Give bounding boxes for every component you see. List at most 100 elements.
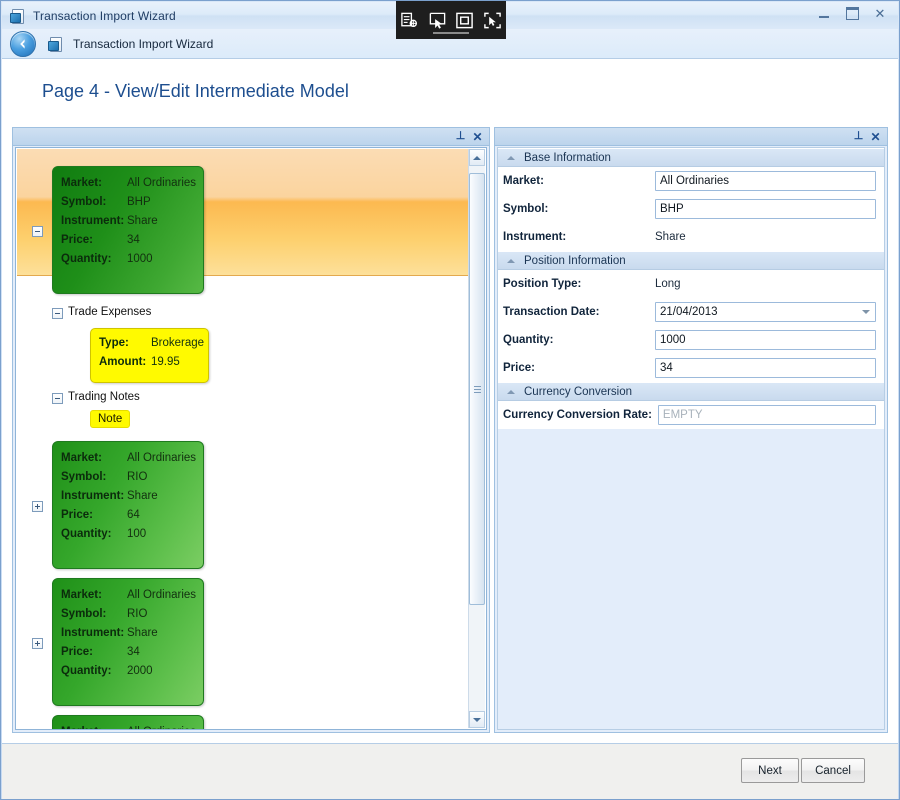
breadcrumb-document-icon	[48, 36, 64, 52]
pin-icon[interactable]: ⊥	[851, 129, 866, 144]
section-fields-currency-conversion: Currency Conversion Rate: EMPTY	[498, 401, 884, 429]
window-controls: ✕	[810, 4, 894, 23]
node-field-value: RIO	[127, 471, 148, 483]
field-value-instrument: Share	[655, 231, 686, 243]
node-field-key: Instrument:	[61, 627, 125, 639]
breadcrumb[interactable]: Transaction Import Wizard	[73, 37, 213, 51]
field-input-currency-conversion-rate[interactable]: EMPTY	[657, 405, 876, 425]
node-field-value: 34	[127, 234, 140, 246]
node-field-key: Price:	[61, 646, 93, 658]
field-row-position-type: Position Type: Long	[498, 270, 884, 298]
field-row-currency-conversion-rate: Currency Conversion Rate: EMPTY	[498, 401, 884, 429]
node-field-row: Amount: 19.95	[99, 353, 200, 372]
tree-group-label[interactable]: Trade Expenses	[68, 306, 151, 318]
node-field-key: Market:	[61, 723, 127, 729]
pin-icon[interactable]: ⊥	[453, 129, 468, 144]
node-field-key: Instrument:	[61, 215, 125, 227]
back-button[interactable]	[10, 30, 36, 57]
node-field-value: All Ordinaries	[127, 177, 197, 189]
field-label-position-type: Position Type:	[503, 278, 582, 290]
close-button[interactable]: ✕	[866, 4, 894, 23]
tree-node-card[interactable]: Market:All OrdinariesSymbol:RIO	[52, 715, 204, 729]
chevron-up-icon	[507, 389, 515, 394]
section-header-position-information[interactable]: Position Information	[498, 251, 884, 270]
node-field-value: 19.95	[151, 356, 180, 368]
tree-node-card[interactable]: Market: All Ordinaries Symbol: RIO Instrumen…	[52, 441, 204, 569]
capture-region-icon[interactable]	[398, 8, 422, 32]
wizard-window: Transaction Import Wizard ✕ Transaction …	[0, 0, 900, 800]
node-field-value: 2000	[127, 665, 153, 677]
field-label-symbol: Symbol:	[503, 203, 549, 215]
scroll-up-arrow-icon[interactable]	[469, 149, 485, 166]
tree-group-label[interactable]: Trading Notes	[68, 391, 140, 403]
field-row-market: Market: All Ordinaries	[498, 167, 884, 195]
node-field-key: Quantity:	[61, 253, 112, 265]
tree-node-card[interactable]: Market: All Ordinaries Symbol: RIO Instrumen…	[52, 578, 204, 706]
node-field-row: Symbol: BHP	[61, 193, 195, 212]
node-field-key: Market:	[61, 589, 102, 601]
capture-pointer-icon[interactable]	[425, 8, 449, 32]
properties-body: Base Information Market: All Ordinaries Sym…	[497, 147, 885, 730]
tree-node-card[interactable]: Market: All Ordinaries Symbol: BHP Instrumen…	[52, 166, 204, 294]
next-button[interactable]: Next	[741, 758, 799, 783]
field-input-symbol[interactable]: BHP	[655, 199, 876, 219]
node-field-key: Price:	[61, 234, 93, 246]
node-field-value: BHP	[127, 196, 151, 208]
cancel-button[interactable]: Cancel	[801, 758, 865, 783]
node-field-value: All Ordinaries	[127, 589, 197, 601]
field-label-market: Market:	[503, 175, 544, 187]
left-panel-header: ⊥ ✕	[13, 128, 489, 146]
tree-canvas: Market: All Ordinaries Symbol: BHP Instrumen…	[16, 148, 469, 729]
field-input-market[interactable]: All Ordinaries	[655, 171, 876, 191]
node-field-value: Share	[127, 490, 158, 502]
minimize-button[interactable]	[810, 4, 838, 23]
expand-icon[interactable]	[32, 501, 43, 512]
node-field-row: Market: All Ordinaries	[61, 586, 197, 605]
capture-fullscreen-icon[interactable]	[480, 8, 504, 32]
expand-icon[interactable]	[32, 638, 43, 649]
field-label-transaction-date: Transaction Date:	[503, 306, 600, 318]
node-field-key: Price:	[61, 509, 93, 521]
close-icon[interactable]: ✕	[868, 129, 883, 144]
chevron-up-icon	[507, 258, 515, 263]
field-input-quantity[interactable]: 1000	[655, 330, 876, 350]
field-row-quantity: Quantity: 1000	[498, 326, 884, 354]
section-header-base-information[interactable]: Base Information	[498, 148, 884, 167]
node-field-value: RIO	[127, 608, 148, 620]
maximize-button[interactable]	[838, 4, 866, 23]
capture-window-icon[interactable]	[453, 8, 477, 32]
node-field-key: Market:	[61, 177, 102, 189]
chevron-up-icon	[507, 155, 515, 160]
collapse-icon[interactable]	[32, 226, 43, 237]
window-title: Transaction Import Wizard	[33, 8, 176, 23]
node-field-row: Market:All Ordinaries	[61, 723, 196, 729]
field-row-transaction-date: Transaction Date: 21/04/2013	[498, 298, 884, 326]
tree-vertical-scrollbar[interactable]	[468, 149, 485, 728]
collapse-icon[interactable]	[52, 393, 63, 404]
node-field-row: Quantity: 100	[61, 525, 195, 544]
collapse-icon[interactable]	[52, 308, 63, 319]
page-title: Page 4 - View/Edit Intermediate Model	[42, 81, 349, 101]
section-header-currency-conversion[interactable]: Currency Conversion	[498, 382, 884, 401]
node-field-value: All Ordinaries	[127, 723, 196, 729]
trade-expense-card[interactable]: Type: Brokerage Amount: 19.95	[90, 328, 209, 383]
node-field-key: Type:	[99, 337, 129, 349]
screen-capture-toolbar	[396, 1, 506, 39]
node-field-value: Share	[127, 215, 158, 227]
node-field-key: Amount:	[99, 356, 147, 368]
node-field-row: Symbol: RIO	[61, 605, 195, 624]
field-row-price: Price: 34	[498, 354, 884, 382]
tree-view[interactable]: Market: All Ordinaries Symbol: BHP Instrumen…	[15, 147, 487, 730]
scrollbar-thumb[interactable]	[469, 173, 485, 605]
scroll-down-arrow-icon[interactable]	[469, 711, 485, 728]
trading-note-card[interactable]: Note	[90, 410, 131, 428]
node-field-row: Market:All Ordinaries	[61, 449, 196, 468]
field-input-price[interactable]: 34	[655, 358, 876, 378]
close-icon[interactable]: ✕	[470, 129, 485, 144]
chevron-down-icon[interactable]	[862, 310, 870, 314]
node-field-key: Instrument:	[61, 490, 125, 502]
field-input-transaction-date[interactable]: 21/04/2013	[655, 302, 876, 322]
node-field-value: 100	[127, 528, 147, 540]
field-label-price: Price:	[503, 362, 535, 374]
node-field-row: Instrument: Share	[61, 487, 195, 506]
